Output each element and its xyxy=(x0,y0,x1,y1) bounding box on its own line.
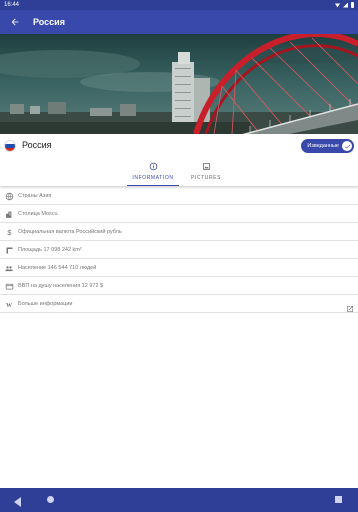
tab-bar: INFORMATION PICTURES xyxy=(0,158,358,186)
system-nav-bar xyxy=(0,488,358,512)
visited-toggle-button[interactable]: Изведанные xyxy=(301,139,354,153)
info-icon xyxy=(149,162,158,171)
nav-back-icon[interactable] xyxy=(14,494,22,512)
svg-text:$: $ xyxy=(7,228,12,237)
dollar-icon: $ xyxy=(4,227,14,237)
list-item-capital: Столица Moscu xyxy=(0,205,358,223)
status-time: 16:44 xyxy=(4,2,20,8)
card-icon xyxy=(4,281,14,291)
population-text: Население 146 544 710 людей xyxy=(18,265,97,271)
status-icons xyxy=(335,0,354,10)
people-icon xyxy=(4,263,14,273)
tab-information[interactable]: INFORMATION xyxy=(127,158,179,186)
continent-text: Страны Азия xyxy=(18,193,52,199)
app-bar: Россия xyxy=(0,10,358,34)
globe-icon xyxy=(4,191,14,201)
open-external-icon xyxy=(346,300,354,312)
active-tab-indicator xyxy=(127,184,179,186)
country-header: Россия Изведанные xyxy=(0,135,358,157)
visited-label: Изведанные xyxy=(307,143,339,149)
back-button[interactable] xyxy=(3,10,27,34)
list-item-gdp: ВВП на душу населения 12 972 $ xyxy=(0,277,358,295)
nav-home-icon[interactable] xyxy=(47,496,54,503)
currency-text: Официальная валюта Российский рубль xyxy=(18,229,122,235)
tab-pictures[interactable]: PICTURES xyxy=(185,158,227,186)
area-text: Площадь 17 098 242 km² xyxy=(18,247,82,253)
svg-text:W: W xyxy=(6,302,12,308)
nav-recents-icon[interactable] xyxy=(335,496,342,503)
list-item-area: Площадь 17 098 242 km² xyxy=(0,241,358,259)
list-item-population: Население 146 544 710 людей xyxy=(0,259,358,277)
russia-flag-icon xyxy=(4,140,16,152)
country-name: Россия xyxy=(22,140,52,150)
more-info-link[interactable]: W Больше информации xyxy=(0,295,358,313)
list-item-currency: $ Официальная валюта Российский рубль xyxy=(0,223,358,241)
country-hero-image xyxy=(0,34,358,134)
app-title: Россия xyxy=(33,17,65,27)
gdp-text: ВВП на душу населения 12 972 $ xyxy=(18,283,104,289)
tab-pictures-label: PICTURES xyxy=(190,175,222,181)
image-icon xyxy=(202,162,211,171)
city-icon xyxy=(4,209,14,219)
status-bar: 16:44 xyxy=(0,0,358,10)
capital-text: Столица Moscu xyxy=(18,211,58,217)
tab-information-label: INFORMATION xyxy=(132,175,174,181)
arrow-back-icon xyxy=(11,18,19,26)
area-icon xyxy=(4,245,14,255)
check-icon xyxy=(342,141,352,151)
battery-icon xyxy=(351,2,354,8)
country-info-list: Страны Азия Столица Moscu $ Официальная … xyxy=(0,187,358,313)
cell-signal-icon xyxy=(343,2,348,8)
wikipedia-icon: W xyxy=(4,299,14,309)
wifi-icon xyxy=(335,3,340,8)
more-info-text: Больше информации xyxy=(18,301,73,307)
list-item-continent: Страны Азия xyxy=(0,187,358,205)
